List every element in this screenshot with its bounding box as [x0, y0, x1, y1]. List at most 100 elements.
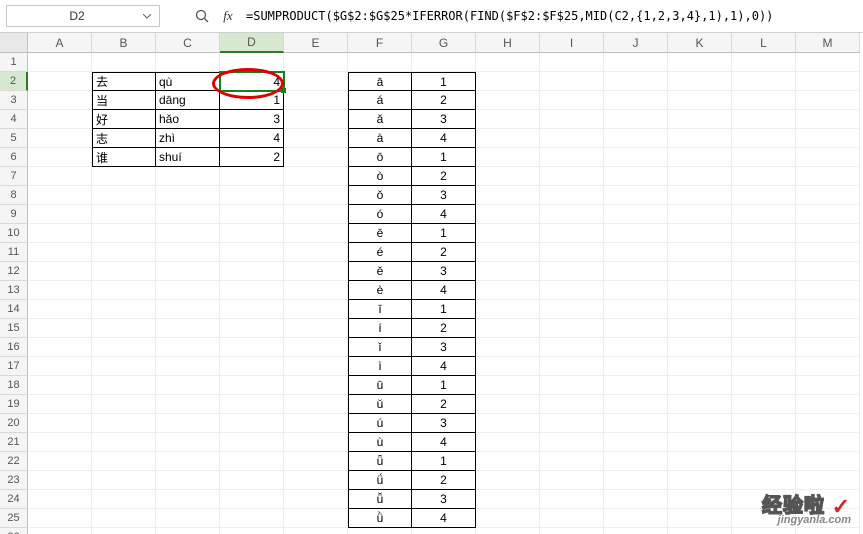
cell-F9[interactable]: ó — [348, 205, 412, 224]
cell-M9[interactable] — [796, 205, 860, 224]
cell-I6[interactable] — [540, 148, 604, 167]
cell-A26[interactable] — [28, 528, 92, 534]
select-all-corner[interactable] — [0, 33, 28, 53]
cell-H8[interactable] — [476, 186, 540, 205]
cell-G2[interactable]: 1 — [412, 72, 476, 91]
cell-M2[interactable] — [796, 72, 860, 91]
cell-G12[interactable]: 3 — [412, 262, 476, 281]
cell-C5[interactable]: zhì — [156, 129, 220, 148]
cell-B6[interactable]: 谁 — [92, 148, 156, 167]
cell-C25[interactable] — [156, 509, 220, 528]
cell-I2[interactable] — [540, 72, 604, 91]
cell-B17[interactable] — [92, 357, 156, 376]
cell-L1[interactable] — [732, 53, 796, 72]
cell-H1[interactable] — [476, 53, 540, 72]
cell-H26[interactable] — [476, 528, 540, 534]
cell-D5[interactable]: 4 — [220, 129, 284, 148]
cell-L7[interactable] — [732, 167, 796, 186]
cell-G24[interactable]: 3 — [412, 490, 476, 509]
cell-L19[interactable] — [732, 395, 796, 414]
cell-B26[interactable] — [92, 528, 156, 534]
cell-H12[interactable] — [476, 262, 540, 281]
cell-C21[interactable] — [156, 433, 220, 452]
cell-J1[interactable] — [604, 53, 668, 72]
cell-K1[interactable] — [668, 53, 732, 72]
cell-E26[interactable] — [284, 528, 348, 534]
cell-I9[interactable] — [540, 205, 604, 224]
row-header-21[interactable]: 21 — [0, 433, 28, 452]
cell-J25[interactable] — [604, 509, 668, 528]
cell-M20[interactable] — [796, 414, 860, 433]
row-header-3[interactable]: 3 — [0, 91, 28, 110]
cell-H15[interactable] — [476, 319, 540, 338]
cell-E18[interactable] — [284, 376, 348, 395]
col-header-E[interactable]: E — [284, 33, 348, 53]
cell-I16[interactable] — [540, 338, 604, 357]
name-box[interactable]: D2 — [6, 5, 160, 27]
cell-J4[interactable] — [604, 110, 668, 129]
cell-D17[interactable] — [220, 357, 284, 376]
row-header-26[interactable]: 26 — [0, 528, 28, 534]
col-header-J[interactable]: J — [604, 33, 668, 53]
cell-I3[interactable] — [540, 91, 604, 110]
row-header-20[interactable]: 20 — [0, 414, 28, 433]
col-header-K[interactable]: K — [668, 33, 732, 53]
cell-E6[interactable] — [284, 148, 348, 167]
cell-G14[interactable]: 1 — [412, 300, 476, 319]
cell-M18[interactable] — [796, 376, 860, 395]
col-header-G[interactable]: G — [412, 33, 476, 53]
cell-F3[interactable]: á — [348, 91, 412, 110]
cell-J21[interactable] — [604, 433, 668, 452]
cell-B3[interactable]: 当 — [92, 91, 156, 110]
name-box-dropdown-icon[interactable] — [141, 10, 153, 22]
cell-F16[interactable]: ǐ — [348, 338, 412, 357]
cell-B20[interactable] — [92, 414, 156, 433]
cell-H6[interactable] — [476, 148, 540, 167]
cell-J7[interactable] — [604, 167, 668, 186]
cell-D24[interactable] — [220, 490, 284, 509]
cell-D20[interactable] — [220, 414, 284, 433]
cell-H7[interactable] — [476, 167, 540, 186]
cell-J11[interactable] — [604, 243, 668, 262]
cell-J6[interactable] — [604, 148, 668, 167]
cell-M23[interactable] — [796, 471, 860, 490]
cell-F20[interactable]: ú — [348, 414, 412, 433]
cell-M16[interactable] — [796, 338, 860, 357]
cell-D1[interactable] — [220, 53, 284, 72]
cell-D19[interactable] — [220, 395, 284, 414]
cell-A18[interactable] — [28, 376, 92, 395]
cell-E22[interactable] — [284, 452, 348, 471]
cell-H18[interactable] — [476, 376, 540, 395]
cell-D6[interactable]: 2 — [220, 148, 284, 167]
row-header-25[interactable]: 25 — [0, 509, 28, 528]
cell-G13[interactable]: 4 — [412, 281, 476, 300]
cell-B15[interactable] — [92, 319, 156, 338]
cell-H22[interactable] — [476, 452, 540, 471]
cell-F12[interactable]: ě — [348, 262, 412, 281]
cell-K20[interactable] — [668, 414, 732, 433]
row-header-23[interactable]: 23 — [0, 471, 28, 490]
cell-I26[interactable] — [540, 528, 604, 534]
row-header-16[interactable]: 16 — [0, 338, 28, 357]
cell-I4[interactable] — [540, 110, 604, 129]
cell-D16[interactable] — [220, 338, 284, 357]
cell-L21[interactable] — [732, 433, 796, 452]
cell-M8[interactable] — [796, 186, 860, 205]
cell-B19[interactable] — [92, 395, 156, 414]
cell-K9[interactable] — [668, 205, 732, 224]
cell-J19[interactable] — [604, 395, 668, 414]
cell-D4[interactable]: 3 — [220, 110, 284, 129]
cell-K21[interactable] — [668, 433, 732, 452]
row-header-15[interactable]: 15 — [0, 319, 28, 338]
row-header-11[interactable]: 11 — [0, 243, 28, 262]
cell-A1[interactable] — [28, 53, 92, 72]
cell-A25[interactable] — [28, 509, 92, 528]
cell-E16[interactable] — [284, 338, 348, 357]
cell-J9[interactable] — [604, 205, 668, 224]
row-header-7[interactable]: 7 — [0, 167, 28, 186]
cell-C9[interactable] — [156, 205, 220, 224]
cell-D12[interactable] — [220, 262, 284, 281]
cell-E15[interactable] — [284, 319, 348, 338]
cell-C20[interactable] — [156, 414, 220, 433]
cell-A9[interactable] — [28, 205, 92, 224]
